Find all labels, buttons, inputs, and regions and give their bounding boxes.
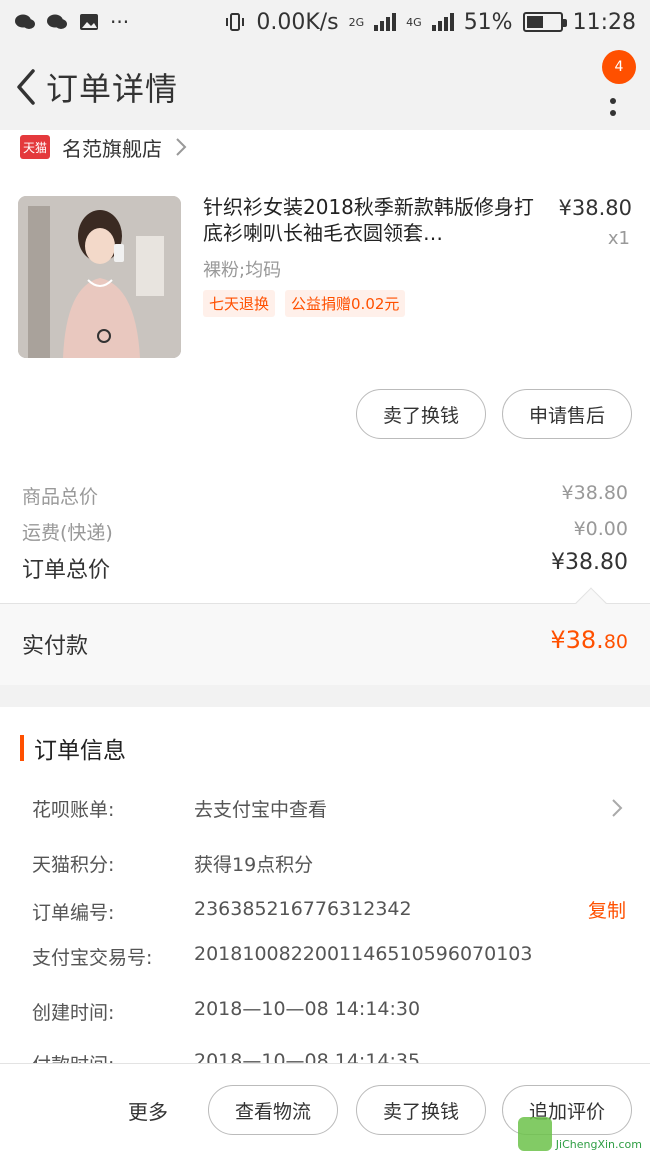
tag-charity: 公益捐赠0.02元 [285, 290, 406, 317]
network-speed: 0.00K/s [256, 9, 339, 35]
message-badge[interactable]: 4 [602, 50, 636, 84]
copy-button[interactable]: 复制 [588, 896, 626, 923]
shop-row[interactable]: 天猫 名范旗舰店 [20, 130, 188, 164]
order-info-title: 订单信息 [34, 738, 126, 764]
chevron-left-icon [17, 69, 35, 105]
battery-fill [526, 16, 543, 28]
info-key: 花呗账单: [32, 799, 115, 821]
wechat-icon-2 [47, 14, 67, 29]
info-value: 获得19点积分 [194, 854, 314, 876]
product-photo-icon [18, 196, 181, 358]
chevron-right-icon [612, 799, 623, 817]
accent-bar [20, 735, 24, 761]
signal-icon-2 [431, 13, 454, 31]
product-price: ¥38.80 [558, 196, 632, 220]
paid-value: ¥38.80 [550, 626, 628, 654]
goods-total-label: 商品总价 [22, 486, 99, 508]
network-type-1: 2G [348, 15, 365, 29]
chevron-right-icon [176, 138, 187, 156]
info-key: 支付宝交易号: [32, 947, 153, 969]
more-dot-icon [610, 110, 616, 116]
network-type-2: 4G [406, 15, 422, 29]
info-value: 2018—10—08 14:14:30 [194, 998, 421, 1020]
sell-bottom-button[interactable]: 卖了换钱 [356, 1085, 486, 1135]
product-spec: 裸粉;均码 [203, 260, 282, 281]
page-title: 订单详情 [46, 70, 179, 108]
info-row-huabei[interactable]: 花呗账单: 去支付宝中查看 [0, 787, 650, 831]
watermark: JiChengXin.com [517, 1117, 642, 1151]
info-value: 236385216776312342 [194, 898, 412, 920]
more-button[interactable]: 更多 [128, 1096, 168, 1125]
info-key: 创建时间: [32, 1002, 115, 1024]
vibrate-icon [226, 13, 245, 31]
sell-button[interactable]: 卖了换钱 [356, 389, 486, 439]
battery-percent: 51% [463, 9, 513, 35]
service-tags: 七天退换 公益捐赠0.02元 [203, 290, 406, 317]
product-quantity: x1 [607, 228, 630, 249]
info-key: 天猫积分: [32, 854, 115, 876]
product-image[interactable] [18, 196, 181, 358]
paid-row: 实付款 ¥38.80 [0, 587, 650, 685]
bottom-action-bar: 更多 查看物流 卖了换钱 追加评价 JiChengXin.com [0, 1063, 650, 1155]
after-sale-button[interactable]: 申请售后 [502, 389, 632, 439]
order-info-card: 订单信息 花呗账单: 去支付宝中查看 天猫积分: 获得19点积分 订单编号: 2… [0, 707, 650, 1067]
status-bar: ··· 0.00K/s 2G 4G 51% 11:28 [0, 0, 650, 44]
order-total-label: 订单总价 [22, 558, 111, 583]
tmall-logo-icon: 天猫 [20, 135, 50, 159]
info-value: 2018100822001146510596070103 [194, 943, 533, 965]
order-card: 天猫 名范旗舰店 针织衫女装2018秋季新款韩版修身打底衫喇叭长袖毛衣圆领套… … [0, 130, 650, 685]
signal-icon-1 [374, 13, 397, 31]
nav-bar: 订单详情 4 [0, 44, 650, 130]
info-row-points: 天猫积分: 获得19点积分 [0, 842, 650, 886]
caret-up-icon [575, 587, 607, 619]
goods-total-value: ¥38.80 [561, 482, 628, 504]
info-row-alipay-trade: 支付宝交易号: 2018100822001146510596070103 [0, 935, 650, 979]
order-total-value: ¥38.80 [551, 550, 628, 575]
tag-return: 七天退换 [203, 290, 276, 317]
more-notifications-icon: ··· [110, 10, 130, 34]
back-button[interactable] [6, 57, 46, 117]
paid-main: ¥38. [550, 626, 604, 654]
paid-label: 实付款 [22, 634, 89, 659]
wechat-icon [15, 14, 35, 29]
info-row-order-number: 订单编号: 236385216776312342 复制 [0, 890, 650, 934]
view-logistics-button[interactable]: 查看物流 [208, 1085, 338, 1135]
shipping-value: ¥0.00 [573, 518, 628, 540]
order-info-header: 订单信息 [20, 731, 126, 765]
watermark-logo-icon [517, 1117, 552, 1151]
shop-name: 名范旗舰店 [62, 136, 162, 161]
info-value: 去支付宝中查看 [194, 799, 328, 821]
clock: 11:28 [572, 9, 636, 35]
status-left: ··· [14, 10, 129, 34]
paid-cents: 80 [603, 631, 628, 653]
status-right: 0.00K/s 2G 4G 51% 11:28 [224, 10, 636, 35]
image-icon [80, 14, 98, 30]
product-title[interactable]: 针织衫女装2018秋季新款韩版修身打底衫喇叭长袖毛衣圆领套… [203, 194, 543, 246]
shipping-label: 运费(快递) [22, 522, 113, 544]
info-row-created: 创建时间: 2018—10—08 14:14:30 [0, 990, 650, 1034]
battery-icon [522, 12, 567, 32]
more-dot-icon [610, 98, 616, 104]
info-key: 订单编号: [32, 902, 115, 924]
watermark-text: JiChengXin.com [555, 1138, 642, 1151]
